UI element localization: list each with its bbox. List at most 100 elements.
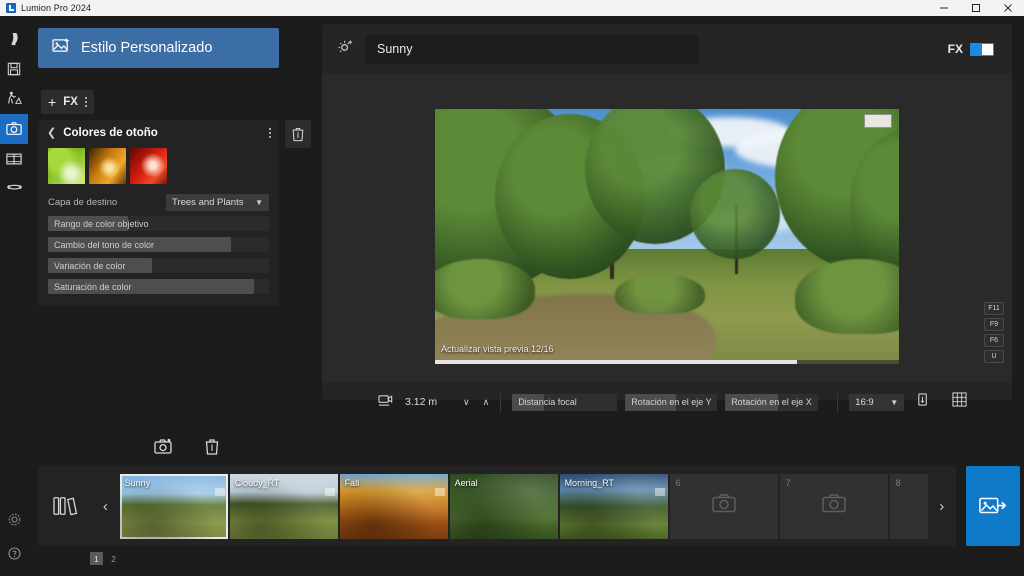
effect-sliders: Rango de color objetivo Cambio del tono … xyxy=(38,212,279,294)
sun-effects-icon xyxy=(338,38,355,60)
filmstrip-next-button[interactable]: › xyxy=(928,466,956,546)
objects-person-icon[interactable] xyxy=(0,84,28,114)
add-fx-button[interactable]: + xyxy=(48,95,56,109)
swatch-orange[interactable] xyxy=(89,148,126,184)
page-2[interactable]: 2 xyxy=(107,552,120,565)
swatch-red[interactable] xyxy=(130,148,167,184)
toggle-knob xyxy=(982,43,993,55)
slider-rotation-y[interactable]: Rotación en el eje Y xyxy=(625,393,718,411)
slider-color-variation[interactable]: Variación de color xyxy=(48,258,269,273)
shortcut-f11[interactable]: F11 xyxy=(984,302,1004,315)
rail-bottom-group xyxy=(0,502,28,570)
camera-height-icon[interactable] xyxy=(378,393,393,412)
shortcut-f6[interactable]: F6 xyxy=(984,334,1004,347)
library-icon[interactable] xyxy=(38,466,91,546)
chevron-down-icon: ▼ xyxy=(890,397,899,407)
style-name-input[interactable]: Sunny xyxy=(365,34,699,64)
camera-height-value[interactable]: 3.12 m xyxy=(405,396,463,408)
scene-bush xyxy=(435,259,535,319)
filmstrip-pager: 1 2 xyxy=(90,552,120,565)
save-icon[interactable] xyxy=(0,54,28,84)
shot-thumbnail-aerial[interactable]: Aerial xyxy=(449,473,558,539)
shortcut-u[interactable]: U xyxy=(984,350,1004,363)
maximize-button[interactable] xyxy=(960,0,992,16)
panorama-loop-icon[interactable] xyxy=(0,174,28,204)
effect-panel-autumn-colors: ❮ Colores de otoño Capa de destino Trees… xyxy=(38,120,279,306)
slider-rotation-x[interactable]: Rotación en el eje X xyxy=(725,393,819,411)
slider-focal-length[interactable]: Distancia focal xyxy=(512,393,618,411)
filmstrip-prev-button[interactable]: ‹ xyxy=(91,466,119,546)
preview-progress-bar xyxy=(435,360,899,364)
custom-style-header[interactable]: Estilo Personalizado xyxy=(38,28,279,68)
shot-slot-7[interactable]: 7 xyxy=(779,473,888,539)
take-photo-button[interactable] xyxy=(145,432,183,462)
target-layer-value: Trees and Plants xyxy=(172,196,244,208)
shot-corner-marker xyxy=(214,487,225,496)
fx-kebab-menu-icon[interactable] xyxy=(84,97,87,107)
shot-slot-8[interactable]: 8 xyxy=(889,473,928,539)
slider-label: Saturación de color xyxy=(54,281,132,292)
shot-slot-6[interactable]: 6 xyxy=(669,473,778,539)
window-controls xyxy=(928,0,1024,16)
shot-caption: Aerial xyxy=(454,477,478,488)
shot-number: 8 xyxy=(895,477,901,488)
fx-toggle-switch[interactable] xyxy=(970,42,994,56)
photo-camera-icon[interactable] xyxy=(0,114,28,144)
target-layer-label: Capa de destino xyxy=(48,196,118,208)
slider-label: Distancia focal xyxy=(518,397,577,407)
slider-label: Rotación en el eje Y xyxy=(631,397,712,407)
pointer-tool-icon[interactable] xyxy=(0,24,28,54)
chevron-down-icon: ▼ xyxy=(255,197,263,207)
slider-target-color-range[interactable]: Rango de color objetivo xyxy=(48,216,269,231)
shortcut-f9[interactable]: F9 xyxy=(984,318,1004,331)
left-toolbar-rail xyxy=(0,16,28,576)
style-name-value: Sunny xyxy=(377,42,413,56)
fx-toolbar: + FX xyxy=(41,90,94,114)
swatch-green[interactable] xyxy=(48,148,85,184)
custom-style-label: Estilo Personalizado xyxy=(81,40,213,56)
delete-effect-button[interactable] xyxy=(285,120,311,148)
delete-photo-button[interactable] xyxy=(193,432,231,462)
slider-color-saturation[interactable]: Saturación de color xyxy=(48,279,269,294)
step-down-icon[interactable]: ∨ xyxy=(463,397,470,408)
help-icon[interactable] xyxy=(0,536,28,570)
aspect-ratio-dropdown[interactable]: 16:9 ▼ xyxy=(849,393,905,411)
slider-color-hue-shift[interactable]: Cambio del tono de color xyxy=(48,237,269,252)
toolbar-divider xyxy=(837,392,839,412)
close-button[interactable] xyxy=(992,0,1024,16)
render-export-button[interactable] xyxy=(966,466,1020,546)
slider-label: Cambio del tono de color xyxy=(54,239,155,250)
photo-filmstrip: ‹ Sunny Cloudy_RT Fall Aerial Morning_RT… xyxy=(38,466,956,546)
slider-label: Rotación en el eje X xyxy=(731,397,812,407)
orientation-icon[interactable] xyxy=(916,392,930,412)
fx-label[interactable]: FX xyxy=(63,96,78,108)
page-1[interactable]: 1 xyxy=(90,552,103,565)
window-title: Lumion Pro 2024 xyxy=(21,3,92,13)
target-layer-dropdown[interactable]: Trees and Plants ▼ xyxy=(166,193,269,211)
gear-icon[interactable] xyxy=(0,502,28,536)
shot-thumbnail-morning[interactable]: Morning_RT xyxy=(559,473,668,539)
effect-kebab-menu-icon[interactable] xyxy=(269,128,271,138)
chevron-left-icon[interactable]: ❮ xyxy=(47,127,56,139)
toolbar-divider xyxy=(500,392,502,412)
camera-placeholder-icon xyxy=(821,494,846,519)
photo-action-buttons xyxy=(145,432,231,462)
minimize-button[interactable] xyxy=(928,0,960,16)
shot-thumbnail-cloudy[interactable]: Cloudy_RT xyxy=(229,473,338,539)
fx-toggle-group: FX xyxy=(948,42,994,56)
step-up-icon[interactable]: ∧ xyxy=(483,397,490,408)
render-stage[interactable]: Actualizar vista previa 12/16 F11 F9 F6 … xyxy=(322,74,1012,382)
rendered-scene-preview[interactable]: Actualizar vista previa 12/16 xyxy=(435,109,899,364)
grid-overlay-icon[interactable] xyxy=(952,392,967,412)
slider-label: Variación de color xyxy=(54,260,126,271)
shot-thumbnail-sunny[interactable]: Sunny xyxy=(119,473,228,539)
window-titlebar: Lumion Pro 2024 xyxy=(0,0,1024,16)
viewport-overlay-badge xyxy=(864,114,892,128)
viewport-topbar: Sunny FX xyxy=(322,24,1012,74)
shot-thumbnail-fall[interactable]: Fall xyxy=(339,473,448,539)
movie-film-icon[interactable] xyxy=(0,144,28,174)
lumion-app-window: Lumion Pro 2024 Estilo Personalizado + F… xyxy=(0,0,1024,576)
target-layer-row: Capa de destino Trees and Plants ▼ xyxy=(38,192,279,212)
preview-status-label: Actualizar vista previa 12/16 xyxy=(441,344,554,354)
progress-fill xyxy=(435,360,797,364)
